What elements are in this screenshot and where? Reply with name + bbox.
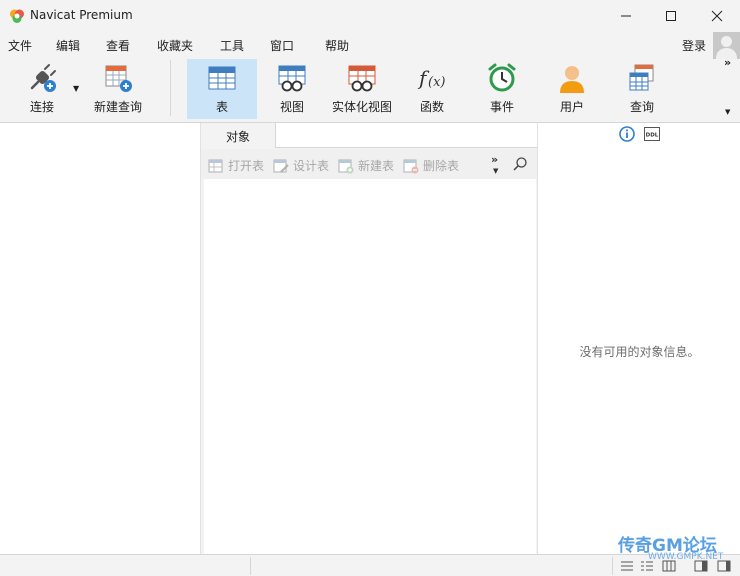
object-toolbar-overflow-icon[interactable]: » (491, 153, 498, 166)
table-icon (208, 66, 236, 90)
window-title: Navicat Premium (30, 8, 133, 22)
table-label: 表 (215, 100, 228, 114)
event-label: 事件 (489, 100, 514, 114)
avatar[interactable] (713, 32, 740, 59)
status-separator (612, 557, 613, 575)
toolbar-dropdown-icon[interactable]: ▼ (725, 108, 730, 116)
delete-table-button[interactable]: 删除表 (403, 157, 459, 174)
menu-tools[interactable]: 工具 (220, 37, 244, 54)
view-label: 视图 (279, 100, 304, 114)
close-button[interactable] (694, 0, 740, 32)
object-list[interactable] (204, 179, 536, 555)
user-label: 用户 (559, 100, 584, 114)
minimize-icon (621, 15, 631, 17)
avatar-head-icon (721, 36, 732, 47)
connection-tree[interactable] (0, 123, 201, 555)
user-button[interactable]: 用户 (542, 59, 602, 119)
design-table-button[interactable]: 设计表 (273, 157, 329, 174)
table-button[interactable]: 表 (187, 59, 257, 119)
object-pane: 对象 打开表 设计表 新建表 删除表 » ▼ (201, 123, 537, 555)
object-toolbar-dropdown-icon[interactable]: ▼ (493, 167, 498, 175)
minimize-button[interactable] (603, 0, 649, 32)
svg-text:(x): (x) (428, 75, 445, 90)
open-table-label: 打开表 (228, 159, 265, 173)
connect-button[interactable]: 连接 (12, 59, 72, 119)
navicat-logo-icon (10, 9, 24, 23)
object-tab-strip: 对象 (201, 123, 537, 149)
new-query-button[interactable]: 新建查询 (88, 59, 148, 119)
query-label: 查询 (629, 100, 654, 114)
maximize-button[interactable] (648, 0, 694, 32)
open-table-button[interactable]: 打开表 (208, 157, 264, 174)
menu-window[interactable]: 窗口 (270, 37, 294, 54)
menu-favorites[interactable]: 收藏夹 (157, 37, 193, 54)
user-icon (560, 66, 584, 93)
status-separator (250, 557, 251, 575)
connection-plug-icon (30, 64, 56, 92)
view-icon (278, 65, 306, 92)
event-button[interactable]: 事件 (472, 59, 532, 119)
open-table-icon (208, 159, 223, 172)
menu-view[interactable]: 查看 (106, 37, 130, 54)
new-table-icon (338, 159, 354, 173)
title-bar: Navicat Premium (0, 0, 740, 32)
materialized-view-label: 实体化视图 (331, 100, 392, 114)
list-view-icon[interactable] (620, 560, 634, 572)
connect-label: 连接 (29, 100, 54, 114)
connect-dropdown-icon[interactable]: ▼ (73, 84, 79, 93)
function-button[interactable]: f (x) 函数 (402, 59, 462, 119)
ddl-icon-label: DDL (646, 133, 659, 139)
tab-objects[interactable]: 对象 (201, 123, 275, 149)
new-query-label: 新建查询 (93, 100, 142, 114)
info-pane: DDL 没有可用的对象信息。 (537, 123, 740, 555)
close-icon (711, 10, 723, 22)
watermark-url: WWW.GMPK.NET (648, 552, 724, 562)
info-icon[interactable] (619, 126, 635, 142)
materialized-view-icon (348, 65, 376, 92)
new-table-label: 新建表 (358, 159, 395, 173)
design-table-icon (273, 159, 289, 173)
new-query-icon (105, 65, 132, 92)
status-bar (0, 554, 740, 576)
workspace: 对象 打开表 设计表 新建表 删除表 » ▼ DDL 没有可用的对象信息。 (0, 122, 740, 555)
ddl-icon[interactable]: DDL (644, 127, 660, 141)
new-table-button[interactable]: 新建表 (338, 157, 394, 174)
materialized-view-button[interactable]: 实体化视图 (327, 59, 397, 119)
maximize-icon (666, 11, 676, 21)
menu-file[interactable]: 文件 (8, 37, 32, 54)
query-button[interactable]: 查询 (612, 59, 672, 119)
menu-edit[interactable]: 编辑 (56, 37, 80, 54)
object-toolbar: 打开表 设计表 新建表 删除表 » ▼ (201, 149, 537, 179)
view-button[interactable]: 视图 (262, 59, 322, 119)
query-icon (629, 64, 654, 91)
toolbar-overflow-icon[interactable]: » (724, 56, 731, 69)
design-table-label: 设计表 (293, 159, 330, 173)
search-icon[interactable] (512, 156, 528, 172)
tab-strip-empty (275, 123, 537, 148)
function-fx-icon: f (x) (417, 66, 445, 90)
delete-table-label: 删除表 (423, 159, 460, 173)
login-link[interactable]: 登录 (682, 37, 706, 54)
delete-table-icon (403, 159, 419, 173)
toolbar-separator (170, 60, 171, 116)
no-object-info-text: 没有可用的对象信息。 (579, 345, 700, 359)
menu-bar: 文件 编辑 查看 收藏夹 工具 窗口 帮助 登录 (0, 32, 740, 56)
alarm-clock-icon (488, 63, 516, 92)
function-label: 函数 (419, 100, 444, 114)
menu-help[interactable]: 帮助 (325, 37, 349, 54)
main-toolbar: 连接 ▼ 新建查询 表 视图 实体化视图 f (x) 函数 事件 用户 查询 »… (0, 56, 740, 122)
